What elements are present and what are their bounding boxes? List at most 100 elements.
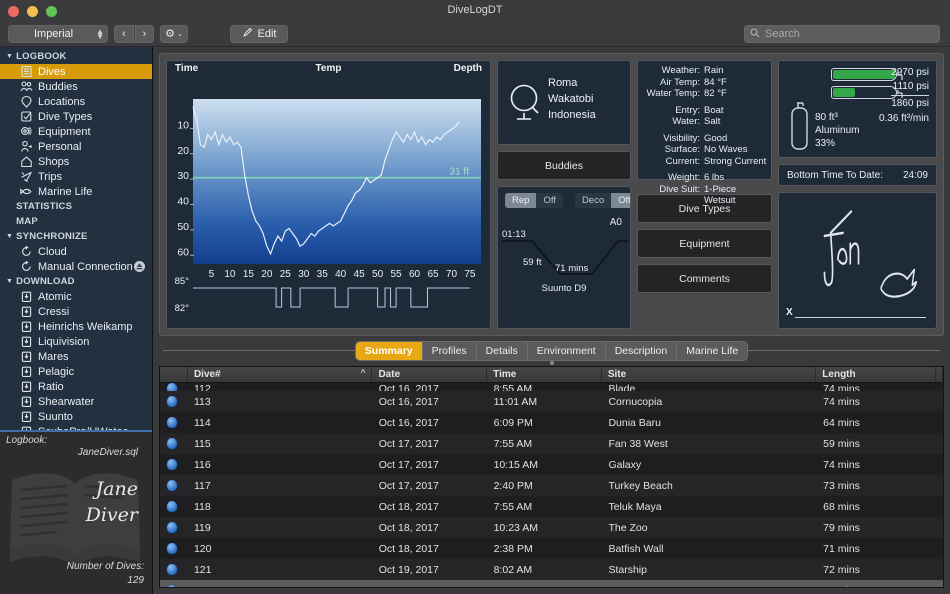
sidebar-item-dives[interactable]: Dives: [0, 64, 152, 79]
sidebar-item-atomic[interactable]: Atomic: [0, 289, 152, 304]
download-icon: [20, 350, 33, 363]
cell-dive-number: 113: [193, 395, 211, 408]
signature-x-mark: X: [786, 307, 793, 318]
sidebar-item-personal[interactable]: Personal: [0, 139, 152, 154]
buddies-button[interactable]: Buddies: [497, 151, 631, 180]
rep-toggle[interactable]: Rep Off: [505, 193, 563, 208]
signature-drawing: [823, 210, 918, 298]
tab-details[interactable]: Details: [477, 342, 528, 360]
table-row[interactable]: 120 Oct 18, 2017 2:38 PM Batfish Wall 71 min…: [160, 538, 943, 559]
equipment-button[interactable]: Equipment: [637, 229, 772, 258]
sidebar-item-liquivision[interactable]: Liquivision: [0, 334, 152, 349]
y-axis-tick: 10: [177, 119, 189, 131]
sidebar-item-dive-types[interactable]: Dive Types: [0, 109, 152, 124]
cell-dive-date: Oct 17, 2017: [378, 479, 439, 492]
cell-dive-time: 8:55 AM: [493, 383, 533, 391]
table-row[interactable]: 113 Oct 16, 2017 11:01 AM Cornucopia 74 mins…: [160, 391, 943, 412]
dive-computer-panel[interactable]: Rep Off Deco Off A0 01:13 59 ft 71 mins …: [497, 186, 631, 329]
location-text: Roma Wakatobi Indonesia: [548, 75, 596, 123]
table-row[interactable]: 115 Oct 17, 2017 7:55 AM Fan 38 West 59 mins…: [160, 433, 943, 454]
table-header-date[interactable]: Date: [372, 367, 488, 382]
deco-toggle[interactable]: Deco Off: [574, 193, 630, 208]
condition-value: Good: [704, 132, 728, 144]
table-header-time[interactable]: Time: [487, 367, 602, 382]
tab-profiles[interactable]: Profiles: [423, 342, 477, 360]
forward-button[interactable]: ›: [134, 24, 154, 43]
disclosure-triangle-icon[interactable]: ▼: [6, 278, 13, 285]
sidebar-item-pelagic[interactable]: Pelagic: [0, 364, 152, 379]
eject-icon[interactable]: [134, 261, 145, 272]
bottom-time-panel: Bottom Time To Date: 24:09: [778, 164, 937, 186]
units-popup[interactable]: Imperial ▲ ▼: [8, 24, 108, 43]
sidebar-item-suunto[interactable]: Suunto: [0, 409, 152, 424]
signature-panel[interactable]: X: [778, 192, 937, 329]
sidebar-item-manual-connection[interactable]: Manual Connection: [0, 259, 152, 274]
tab-summary[interactable]: Summary: [355, 342, 423, 360]
cell-dive-date: Oct 16, 2017: [378, 416, 439, 429]
table-header-dive-[interactable]: Dive# ^: [188, 367, 373, 382]
sidebar-item-shearwater[interactable]: Shearwater: [0, 394, 152, 409]
sidebar-group-statistics[interactable]: ▼STATISTICS: [0, 199, 152, 214]
sidebar-item-cloud[interactable]: Cloud: [0, 244, 152, 259]
tab-environment[interactable]: Environment: [528, 342, 606, 360]
sidebar-item-equipment[interactable]: Equipment: [0, 124, 152, 139]
settings-gear-button[interactable]: ⚙ ⌄: [160, 24, 188, 43]
back-button[interactable]: ‹: [114, 24, 134, 43]
table-row[interactable]: 112 Oct 16, 2017 8:55 AM Blade 74 mins 61 ft: [160, 383, 943, 391]
table-row[interactable]: 117 Oct 17, 2017 2:40 PM Turkey Beach 73 min…: [160, 475, 943, 496]
table-header-length[interactable]: Length: [816, 367, 936, 382]
table-header[interactable]: Dive#^DateTimeSiteLengthMaxDepth: [160, 367, 943, 383]
sidebar-item-cressi[interactable]: Cressi: [0, 304, 152, 319]
sidebar-item-mares[interactable]: Mares: [0, 349, 152, 364]
condition-key: Current:: [665, 155, 700, 167]
table-row[interactable]: 114 Oct 16, 2017 6:09 PM Dunia Baru 64 mins 5…: [160, 412, 943, 433]
sidebar-item-shops[interactable]: Shops: [0, 154, 152, 169]
tank-panel[interactable]: 2970 psi 1110 psi 1860 psi 0.36 ft³/min: [778, 60, 937, 158]
disclosure-triangle-icon[interactable]: ▼: [6, 233, 13, 240]
sidebar-item-buddies[interactable]: Buddies: [0, 79, 152, 94]
download-icon: [20, 410, 33, 423]
disclosure-triangle-icon[interactable]: ▼: [6, 53, 13, 60]
dive-profile-graph[interactable]: Time Temp Depth 10 20 30 40 50 60 5 10 1…: [166, 60, 491, 329]
table-row[interactable]: 118 Oct 18, 2017 7:55 AM Teluk Maya 68 mins 7…: [160, 496, 943, 517]
table-row[interactable]: 121 Oct 19, 2017 8:02 AM Starship 72 mins 63 …: [160, 559, 943, 580]
table-header-maxdepth[interactable]: MaxDepth: [936, 367, 943, 382]
sidebar-group-logbook[interactable]: ▼ LOGBOOK: [0, 49, 152, 64]
table-row[interactable]: 122Oct 19, 201710:28 AMRoma71 mins59 ft: [160, 580, 943, 587]
tab-overflow-dot: [549, 361, 554, 365]
download-icon: [20, 380, 33, 393]
logbook-signature-last: Diver: [85, 504, 138, 526]
cell-dive-time: 7:55 AM: [493, 437, 533, 450]
dives-table[interactable]: Dive#^DateTimeSiteLengthMaxDepth 112 Oct …: [159, 366, 944, 588]
tab-marine-life[interactable]: Marine Life: [677, 342, 747, 360]
table-row[interactable]: 116 Oct 17, 2017 10:15 AM Galaxy 74 mins 59 f…: [160, 454, 943, 475]
graph-header: Time Temp Depth: [167, 63, 490, 74]
cell-dive-date: Oct 16, 2017: [378, 395, 439, 408]
sidebar-list[interactable]: ▼ LOGBOOK Dives Buddies Locations Dive Types E…: [0, 47, 152, 430]
table-body[interactable]: 112Oct 16, 20178:55 AMBlade74 mins61 ft 1…: [160, 383, 943, 587]
comments-button[interactable]: Comments: [637, 264, 772, 293]
conditions-panel[interactable]: Weather: Rain Air Temp: 84 °F Water Temp: 82 …: [637, 60, 772, 206]
x-axis-tick: 5: [209, 269, 215, 280]
sidebar-item-marine-life[interactable]: Marine Life: [0, 184, 152, 199]
sidebar-group-map[interactable]: ▼MAP: [0, 214, 152, 229]
sidebar-item-heinrichs-weikamp[interactable]: Heinrichs Weikamp: [0, 319, 152, 334]
sidebar-item-trips[interactable]: Trips: [0, 169, 152, 184]
sidebar-item-locations[interactable]: Locations: [0, 94, 152, 109]
fish-icon: [20, 185, 33, 198]
sidebar-group-synchronize[interactable]: ▼ SYNCHRONIZE: [0, 229, 152, 244]
cell-dive-length: 59 mins: [823, 437, 860, 450]
table-header-site[interactable]: Site: [602, 367, 817, 382]
search-field[interactable]: Search: [744, 25, 940, 43]
edit-button[interactable]: Edit: [230, 24, 288, 43]
tank-specs: 80 ft³ Aluminum 33%: [815, 111, 859, 150]
sidebar-item-ratio[interactable]: Ratio: [0, 379, 152, 394]
location-panel[interactable]: Roma Wakatobi Indonesia: [497, 60, 631, 145]
table-row[interactable]: 119 Oct 18, 2017 10:23 AM The Zoo 79 mins 71 …: [160, 517, 943, 538]
cell-dive-length: 71 mins: [817, 585, 937, 588]
tab-list[interactable]: Summary Profiles Details Environment Descrip…: [355, 342, 748, 360]
x-axis-tick: 55: [391, 269, 403, 280]
tab-description[interactable]: Description: [606, 342, 678, 360]
sidebar-group-download[interactable]: ▼ DOWNLOAD: [0, 274, 152, 289]
cell-dive-time: 2:38 PM: [493, 542, 533, 555]
